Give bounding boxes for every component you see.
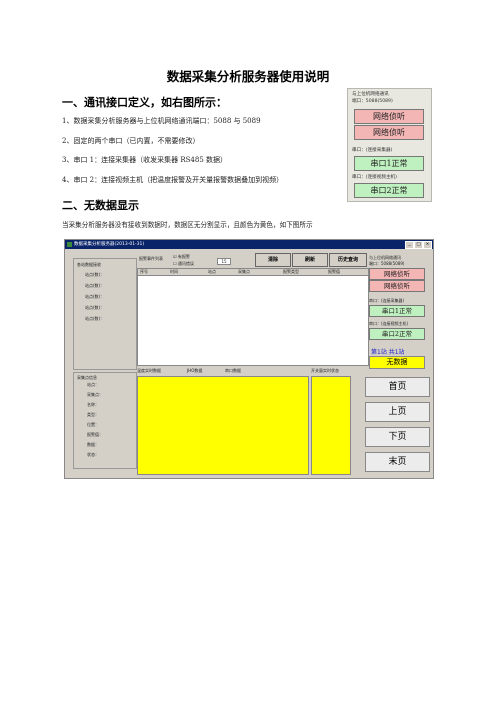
point-info-item: 名称： — [87, 402, 99, 407]
network-listen-2-button[interactable]: 网络侦听 — [354, 125, 424, 140]
comm-error-checkbox-label: 通讯错误 — [177, 261, 194, 266]
alarm-list-label: 报警事件列表 — [139, 256, 163, 261]
port-label-row: 端口：5088(5089) — [352, 98, 393, 104]
serial1-status: 串口1正常 — [354, 156, 424, 171]
point-info-group — [73, 372, 137, 469]
point-info-item: 数据： — [87, 442, 99, 447]
history-button[interactable]: 历史查询 — [329, 253, 367, 267]
network-listen-1-button[interactable]: 网络侦听 — [369, 268, 425, 280]
network-port-label: 与上位机网络通讯 — [352, 92, 389, 97]
list-item: 1、数据采集分析服务器与上位机网络通讯端口：5088 与 5089 — [62, 117, 261, 125]
window-titlebar: 数据采集分析服务器(2013-01-31) _ □ × — [65, 240, 433, 249]
serial1-label: 串口：(连接采集器) — [352, 148, 393, 153]
maximize-button[interactable]: □ — [414, 241, 423, 249]
network-listen-2-button[interactable]: 网络侦听 — [369, 280, 425, 292]
alarm-table[interactable]: 序号 时间 站点 采集点 报警类型 报警值 — [137, 268, 369, 366]
col-header: 站点 — [208, 269, 216, 274]
list-item: 4、串口 2：连接视频主机（把温度报警及开关量报警数据叠加到视频） — [62, 176, 284, 184]
station-item: 站点(数)： — [85, 283, 105, 288]
serial1-status: 串口1正常 — [369, 305, 425, 317]
station-item: 站点(数)： — [85, 305, 105, 310]
list-item: 3、串口 1：连接采集器（收发采集器 RS485 数据） — [62, 156, 228, 164]
alarm-checkbox-label: 有报警 — [177, 254, 190, 259]
point-info-item: 状态： — [87, 452, 99, 457]
window-title: 数据采集分析服务器(2013-01-31) — [74, 242, 145, 247]
page-title: 数据采集分析服务器使用说明 — [166, 69, 330, 84]
list-item: 2、固定的两个串口（已内置，不需要修改） — [62, 137, 200, 145]
count-input[interactable]: 15 — [217, 258, 231, 265]
port-value: 端口：5088(5089) — [369, 261, 405, 266]
station-receive-title: 各站数据接收 — [77, 262, 101, 267]
first-page-button[interactable]: 首页 — [365, 377, 430, 397]
station-receive-group — [73, 258, 137, 370]
switch-data-area — [311, 376, 351, 475]
point-info-item: 站点： — [87, 382, 99, 387]
app-icon — [67, 242, 72, 247]
temperature-data-area — [137, 376, 309, 475]
paragraph: 当采集分析服务器没有接收到数据时，数据区无分割显示，且颜色为黄色，如下图所示 — [62, 221, 313, 229]
table-header: 序号 时间 站点 采集点 报警类型 报警值 — [138, 269, 368, 276]
port-status-panel: 与上位机网络通讯 端口：5088(5089) 网络侦听 网络侦听 串口：(连接采… — [347, 88, 432, 202]
point-info-item: 类型： — [87, 412, 99, 417]
tab-jho[interactable]: JHO数据 — [187, 368, 202, 374]
station-item: 站点(数)： — [85, 316, 105, 321]
window-status-panel: 与上位机网络通讯 端口：5088(5089) 网络侦听 网络侦听 串口：(连接采… — [365, 252, 429, 388]
serial1-label: 串口：(连接采集器) — [369, 298, 405, 303]
station-item: 站点(数)： — [85, 294, 105, 299]
point-info-item: 位置： — [87, 422, 99, 427]
serial2-status: 串口2正常 — [369, 328, 425, 340]
col-header: 时间 — [170, 269, 178, 274]
col-header: 报警值 — [328, 269, 340, 274]
tab-serial[interactable]: 串口数据 — [225, 368, 241, 374]
prev-page-button[interactable]: 上页 — [365, 402, 430, 422]
no-data-indicator: 无数据 — [369, 356, 425, 369]
section-heading-1: 一、通讯接口定义，如右图所示： — [62, 96, 227, 109]
point-info-item: 采集点： — [87, 392, 103, 397]
point-info-title: 采集点信息 — [77, 375, 97, 380]
next-page-button[interactable]: 下页 — [365, 427, 430, 447]
close-button[interactable]: × — [423, 241, 432, 249]
clear-button[interactable]: 清除 — [255, 253, 291, 267]
port-value: 5088(5089) — [365, 99, 393, 104]
comm-error-checkbox[interactable]: ☐ 通讯错误 — [173, 261, 194, 267]
page-info: 第1站 共1站 — [371, 349, 405, 356]
refresh-button[interactable]: 刷新 — [292, 253, 328, 267]
tab-temperature[interactable]: 温度实时数据 — [137, 368, 161, 374]
col-header: 采集点 — [238, 269, 250, 274]
station-item: 站点(数)： — [85, 272, 105, 277]
network-listen-1-button[interactable]: 网络侦听 — [354, 109, 424, 124]
port-prefix: 端口： — [352, 99, 366, 104]
serial2-status: 串口2正常 — [354, 183, 424, 198]
tab-switch-status[interactable]: 开关量实时状态 — [311, 368, 339, 374]
serial2-label: 串口：(连接视频主机) — [352, 175, 397, 180]
last-page-button[interactable]: 末页 — [365, 452, 430, 472]
minimize-button[interactable]: _ — [405, 241, 414, 249]
col-header: 序号 — [140, 269, 148, 274]
section-heading-2: 二、无数据显示 — [62, 199, 139, 212]
serial2-label: 串口：(连接视频主机) — [369, 321, 409, 326]
point-info-item: 报警值： — [87, 432, 103, 437]
alarm-checkbox[interactable]: ☑ 有报警 — [173, 254, 190, 260]
col-header: 报警类型 — [283, 269, 299, 274]
